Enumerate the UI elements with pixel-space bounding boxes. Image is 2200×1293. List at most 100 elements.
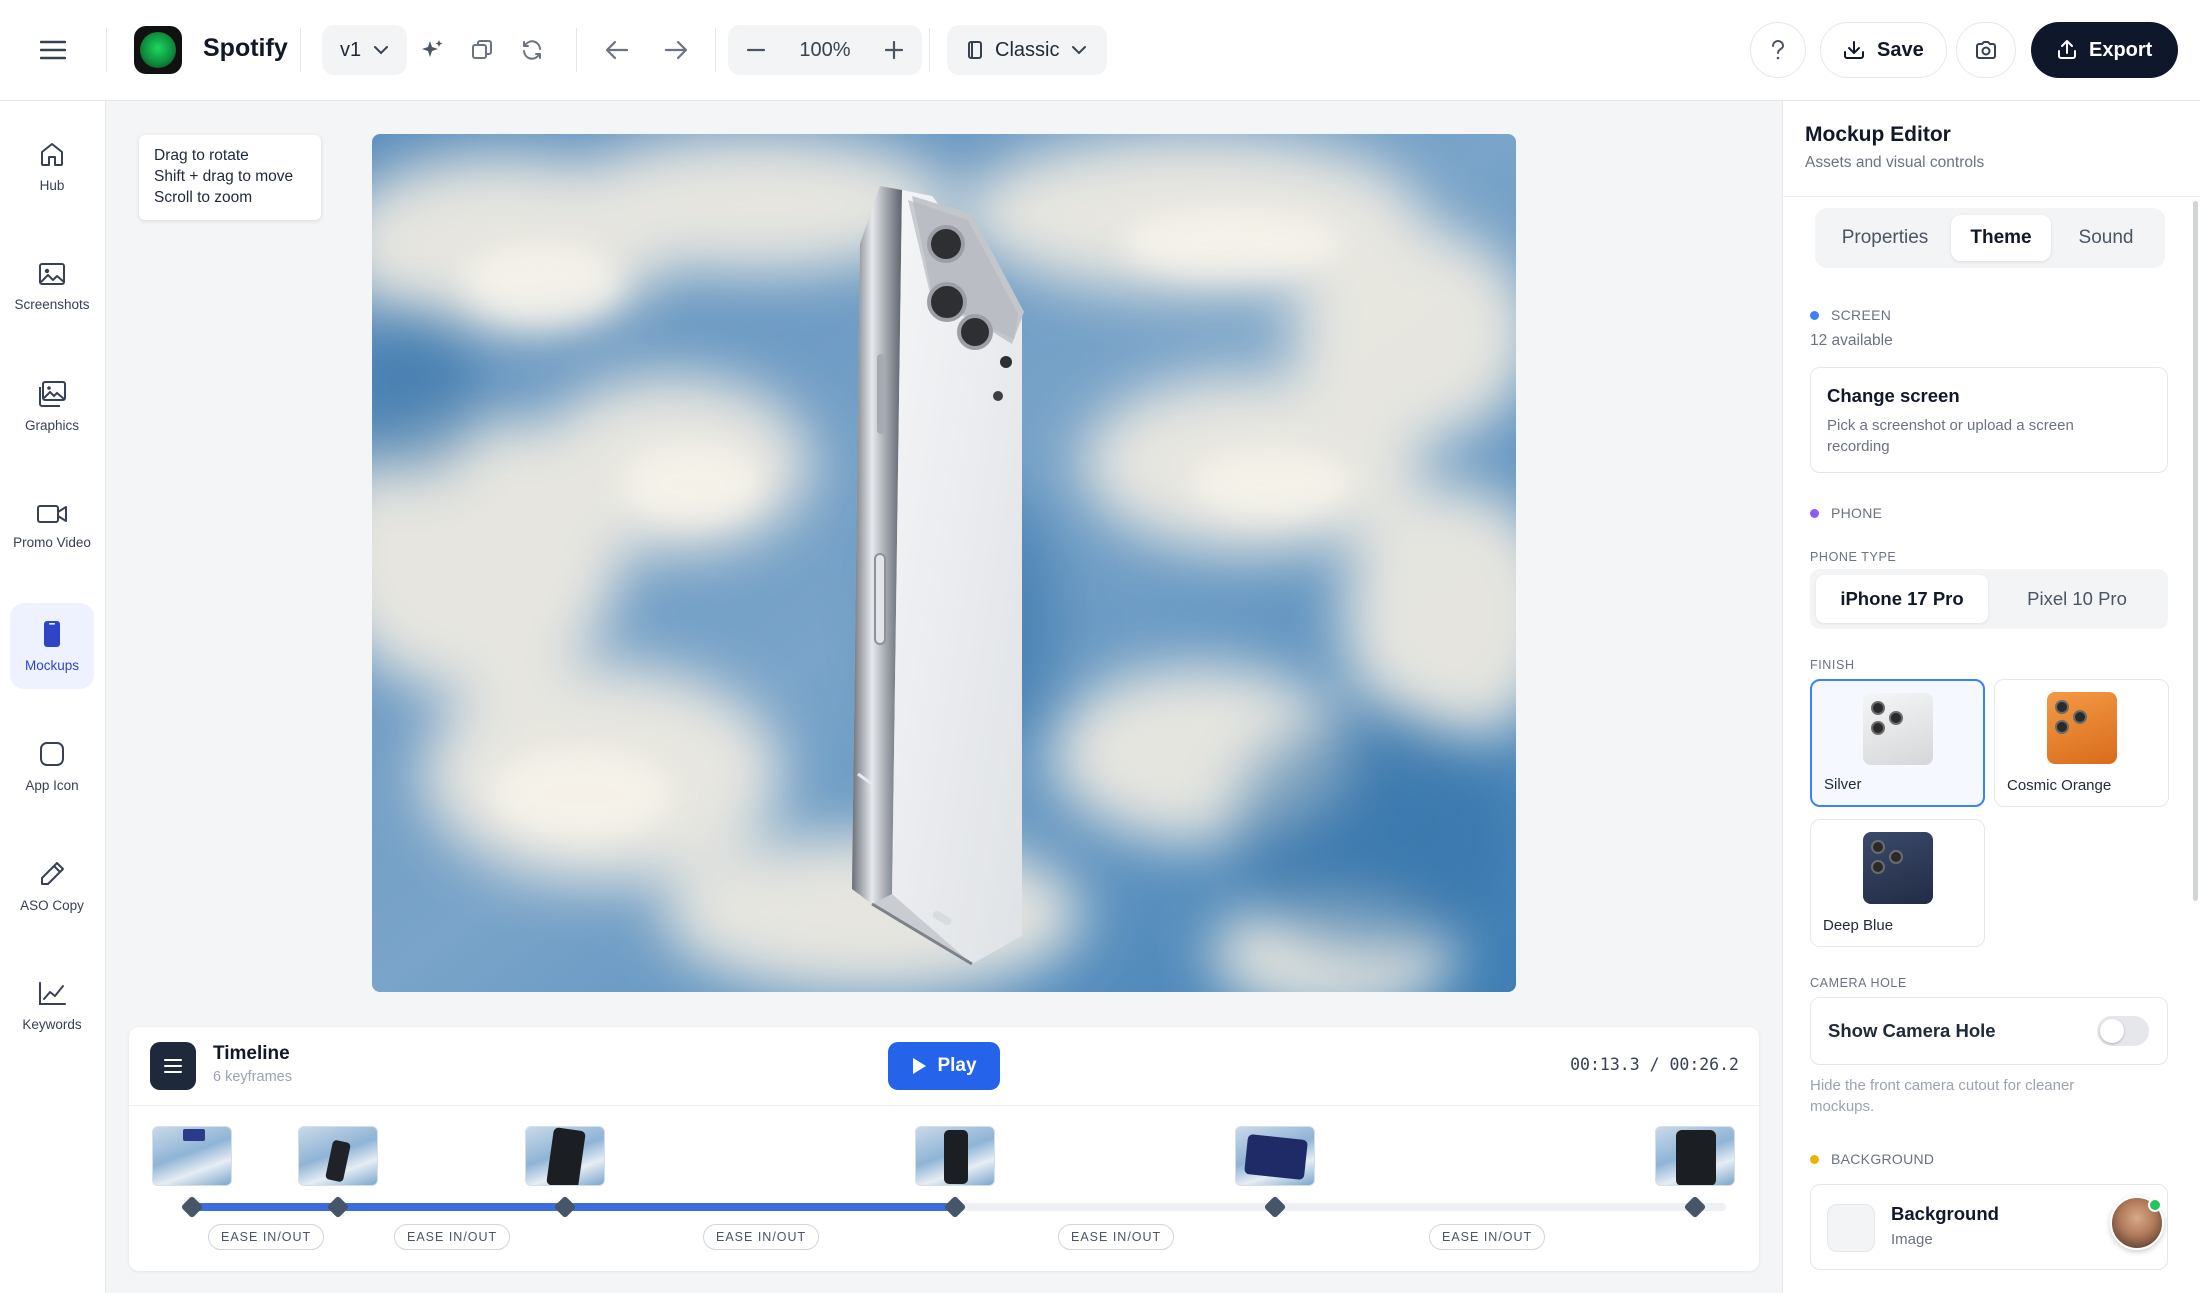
camera-hole-toggle-label: Show Camera Hole bbox=[1828, 1020, 1996, 1041]
hint-line: Scroll to zoom bbox=[154, 189, 253, 206]
nav-label: Mockups bbox=[24, 657, 80, 673]
support-avatar[interactable] bbox=[2110, 1196, 2164, 1250]
sparkle-icon[interactable] bbox=[412, 30, 452, 70]
phone-icon bbox=[42, 620, 62, 648]
zoom-in-button[interactable] bbox=[866, 25, 922, 75]
online-status-indicator bbox=[2148, 1198, 2162, 1212]
nav-item-hub[interactable]: Hub bbox=[10, 123, 94, 209]
panel-title: Mockup Editor bbox=[1805, 123, 1951, 146]
keyframe-thumbnail[interactable] bbox=[1235, 1126, 1315, 1186]
export-button[interactable]: Export bbox=[2031, 22, 2179, 78]
camera-hole-row: Show Camera Hole bbox=[1810, 997, 2168, 1065]
top-bar: Spotify v1 100% Classic Save Export bbox=[0, 0, 2200, 101]
mockup-canvas[interactable] bbox=[372, 134, 1516, 992]
section-title: SCREEN bbox=[1831, 307, 1892, 323]
chevron-down-icon bbox=[373, 45, 389, 55]
panel-scrollbar[interactable] bbox=[2193, 201, 2198, 901]
nav-item-mockups[interactable]: Mockups bbox=[10, 603, 94, 689]
save-button[interactable]: Save bbox=[1820, 22, 1947, 78]
play-button[interactable]: Play bbox=[888, 1042, 1000, 1090]
view-mode-select[interactable]: Classic bbox=[947, 25, 1108, 75]
app-logo bbox=[134, 26, 182, 74]
section-dot bbox=[1810, 310, 1819, 320]
keyframe-marker[interactable] bbox=[553, 1195, 577, 1219]
nav-item-keywords[interactable]: Keywords bbox=[10, 963, 94, 1049]
screenshot-button[interactable] bbox=[1956, 22, 2016, 78]
keyframe-marker[interactable] bbox=[1683, 1195, 1707, 1219]
change-screen-card[interactable]: Change screen Pick a screenshot or uploa… bbox=[1810, 367, 2168, 473]
zoom-control: 100% bbox=[728, 25, 922, 75]
hint-line: Drag to rotate bbox=[154, 147, 249, 164]
toggle-knob bbox=[2100, 1019, 2124, 1043]
easing-chip[interactable]: EASE IN/OUT bbox=[394, 1224, 511, 1250]
nav-item-screenshots[interactable]: Screenshots bbox=[10, 243, 94, 329]
easing-chip[interactable]: EASE IN/OUT bbox=[703, 1224, 820, 1250]
nav-item-aso-copy[interactable]: ASO Copy bbox=[10, 843, 94, 929]
camera-hole-toggle[interactable] bbox=[2097, 1016, 2149, 1046]
phone-swatch bbox=[1862, 832, 1933, 904]
image-icon bbox=[38, 261, 66, 287]
play-label: Play bbox=[937, 1055, 977, 1076]
finish-option-silver[interactable]: Silver bbox=[1810, 679, 1985, 807]
home-icon bbox=[38, 140, 66, 168]
zoom-level: 100% bbox=[799, 38, 851, 61]
panel-tabs: Properties Theme Sound bbox=[1815, 208, 2165, 268]
finish-name: Silver bbox=[1824, 776, 1862, 793]
keyframe-marker[interactable] bbox=[1263, 1195, 1287, 1219]
section-phone-header: PHONE bbox=[1810, 505, 1882, 521]
nav-label: ASO Copy bbox=[20, 897, 84, 913]
keyframe-thumbnail[interactable] bbox=[298, 1126, 378, 1186]
easing-chip[interactable]: EASE IN/OUT bbox=[208, 1224, 325, 1250]
keyframe-marker[interactable] bbox=[326, 1195, 350, 1219]
phone-mockup[interactable] bbox=[852, 186, 1024, 966]
easing-chip[interactable]: EASE IN/OUT bbox=[1429, 1224, 1546, 1250]
nav-item-promo-video[interactable]: Promo Video bbox=[10, 483, 94, 569]
tab-sound[interactable]: Sound bbox=[2055, 215, 2157, 261]
keyframe-thumbnail[interactable] bbox=[1655, 1126, 1735, 1186]
finish-option-deep-blue[interactable]: Deep Blue bbox=[1810, 819, 1985, 947]
tab-properties[interactable]: Properties bbox=[1823, 215, 1947, 261]
nav-item-app-icon[interactable]: App Icon bbox=[10, 723, 94, 809]
nav-label: Hub bbox=[39, 177, 65, 193]
keyframe-thumbnail[interactable] bbox=[915, 1126, 995, 1186]
redo-icon[interactable] bbox=[656, 30, 696, 70]
menu-icon[interactable] bbox=[33, 30, 73, 70]
section-background-header: BACKGROUND bbox=[1810, 1151, 1934, 1167]
finish-option-cosmic-orange[interactable]: Cosmic Orange bbox=[1994, 679, 2169, 807]
keyframe-marker[interactable] bbox=[180, 1195, 204, 1219]
screen-count: 12 available bbox=[1810, 332, 1893, 349]
tab-theme[interactable]: Theme bbox=[1951, 215, 2051, 261]
easing-chip[interactable]: EASE IN/OUT bbox=[1058, 1224, 1175, 1250]
duplicate-icon[interactable] bbox=[462, 30, 502, 70]
phone-type-iphone[interactable]: iPhone 17 Pro bbox=[1816, 575, 1988, 623]
video-icon bbox=[36, 503, 68, 525]
phone-swatch bbox=[2046, 692, 2117, 764]
undo-icon[interactable] bbox=[597, 30, 637, 70]
app-icon bbox=[38, 740, 66, 768]
camera-icon bbox=[1975, 40, 1997, 60]
keyframe-marker[interactable] bbox=[943, 1195, 967, 1219]
refresh-icon[interactable] bbox=[512, 30, 552, 70]
keyframe-thumbnail[interactable] bbox=[152, 1126, 232, 1186]
phone-type-pixel[interactable]: Pixel 10 Pro bbox=[1992, 575, 2162, 623]
phone-type-selector: iPhone 17 Pro Pixel 10 Pro bbox=[1810, 569, 2168, 629]
download-icon bbox=[1843, 40, 1865, 60]
zoom-out-button[interactable] bbox=[728, 25, 784, 75]
version-select[interactable]: v1 bbox=[322, 25, 408, 75]
nav-item-graphics[interactable]: Graphics bbox=[10, 363, 94, 449]
change-screen-title: Change screen bbox=[1827, 385, 1960, 406]
help-button[interactable] bbox=[1750, 22, 1806, 78]
help-icon bbox=[1769, 39, 1787, 61]
list-icon bbox=[164, 1059, 182, 1073]
version-label: v1 bbox=[340, 38, 362, 61]
background-subtitle: Image bbox=[1891, 1231, 1933, 1248]
timeline-menu-button[interactable] bbox=[150, 1042, 196, 1090]
book-icon bbox=[967, 40, 983, 60]
timeline-time: 00:13.3 / 00:26.2 bbox=[1570, 1055, 1739, 1074]
section-title: BACKGROUND bbox=[1831, 1151, 1935, 1167]
camera-hole-desc: Hide the front camera cutout for cleaner… bbox=[1810, 1077, 2075, 1115]
nav-label: App Icon bbox=[25, 777, 79, 793]
canvas-hint: Drag to rotate Shift + drag to move Scro… bbox=[139, 135, 321, 220]
play-icon bbox=[913, 1058, 927, 1074]
keyframe-thumbnail[interactable] bbox=[525, 1126, 605, 1186]
